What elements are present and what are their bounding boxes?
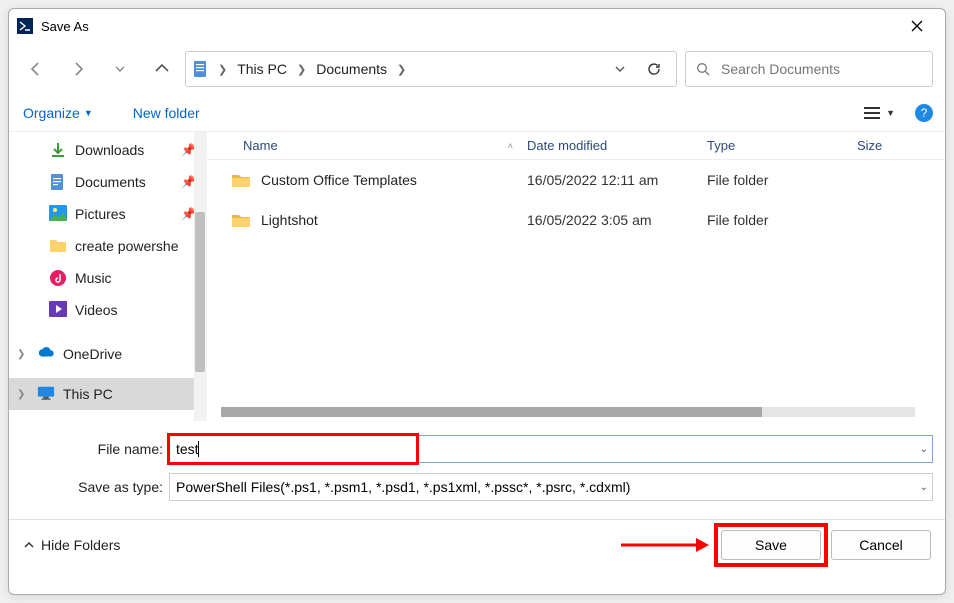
- chevron-down-icon[interactable]: ⌄: [920, 444, 928, 455]
- document-icon: [49, 173, 67, 191]
- help-button[interactable]: ?: [915, 104, 933, 122]
- column-headers: Name˄ Date modified Type Size: [207, 132, 945, 160]
- monitor-icon: [37, 385, 55, 403]
- body-area: Downloads 📌 Documents 📌 Pictures 📌 creat…: [9, 131, 945, 421]
- sidebar-item-videos[interactable]: Videos: [9, 294, 206, 326]
- organize-menu[interactable]: Organize▼: [21, 101, 95, 125]
- text-cursor: [198, 441, 199, 457]
- forward-button[interactable]: [69, 60, 87, 78]
- filename-label: File name:: [17, 441, 169, 457]
- document-icon: [192, 60, 210, 78]
- hide-folders-button[interactable]: Hide Folders: [23, 537, 120, 553]
- annotation-highlight: [167, 433, 419, 465]
- sidebar-item-label: Documents: [75, 174, 146, 190]
- table-row[interactable]: Custom Office Templates 16/05/2022 12:11…: [207, 160, 945, 200]
- sort-asc-icon: ˄: [508, 141, 513, 151]
- window-title: Save As: [41, 19, 897, 34]
- folder-icon: [49, 237, 67, 255]
- search-input[interactable]: [721, 61, 922, 77]
- up-button[interactable]: [153, 60, 171, 78]
- close-button[interactable]: [897, 9, 937, 43]
- music-icon: [49, 269, 67, 287]
- nav-arrows: [21, 60, 177, 78]
- nav-bar: ❯ This PC ❯ Documents ❯: [9, 43, 945, 95]
- sidebar-item-folder[interactable]: create powershe: [9, 230, 206, 262]
- save-as-dialog: Save As ❯ This PC ❯ Documents ❯: [8, 8, 946, 595]
- address-dropdown[interactable]: [606, 63, 634, 75]
- refresh-button[interactable]: [638, 61, 670, 77]
- filetype-select[interactable]: PowerShell Files(*.ps1, *.psm1, *.psd1, …: [169, 473, 933, 501]
- annotation-arrow: [621, 535, 711, 555]
- new-folder-button[interactable]: New folder: [131, 101, 202, 125]
- sidebar-item-label: Music: [75, 270, 112, 286]
- breadcrumb-documents[interactable]: Documents: [314, 57, 389, 81]
- footer: Hide Folders Save Cancel: [9, 519, 945, 569]
- sidebar-item-downloads[interactable]: Downloads 📌: [9, 134, 206, 166]
- toolbar: Organize▼ New folder ▼ ?: [9, 95, 945, 131]
- cancel-button[interactable]: Cancel: [831, 530, 931, 560]
- chevron-up-icon: [23, 539, 35, 551]
- sidebar-item-label: OneDrive: [63, 346, 122, 362]
- view-options[interactable]: ▼: [858, 102, 901, 124]
- sidebar-item-network[interactable]: ❯ Network: [9, 418, 206, 421]
- filename-input[interactable]: test ⌄: [169, 435, 933, 463]
- chevron-down-icon[interactable]: ⌄: [920, 482, 928, 493]
- chevron-right-icon[interactable]: ❯: [293, 63, 310, 76]
- cloud-icon: [37, 345, 55, 363]
- sidebar-item-label: Downloads: [75, 142, 144, 158]
- back-button[interactable]: [27, 60, 45, 78]
- search-box[interactable]: [685, 51, 933, 87]
- address-bar[interactable]: ❯ This PC ❯ Documents ❯: [185, 51, 677, 87]
- folder-icon: [231, 172, 251, 188]
- folder-icon: [231, 212, 251, 228]
- col-name[interactable]: Name˄: [207, 138, 527, 153]
- filetype-label: Save as type:: [17, 479, 169, 495]
- sidebar-scrollbar[interactable]: [194, 132, 206, 421]
- col-date[interactable]: Date modified: [527, 138, 707, 153]
- chevron-right-icon[interactable]: ❯: [393, 63, 410, 76]
- sidebar: Downloads 📌 Documents 📌 Pictures 📌 creat…: [9, 132, 207, 421]
- videos-icon: [49, 301, 67, 319]
- recent-dropdown[interactable]: [111, 60, 129, 78]
- sidebar-item-pictures[interactable]: Pictures 📌: [9, 198, 206, 230]
- col-type[interactable]: Type: [707, 138, 857, 153]
- form-area: File name: test ⌄ Save as type: PowerShe…: [9, 421, 945, 519]
- sidebar-item-label: create powershe: [75, 238, 179, 254]
- table-row[interactable]: Lightshot 16/05/2022 3:05 am File folder: [207, 200, 945, 240]
- horizontal-scrollbar[interactable]: [221, 407, 915, 417]
- pictures-icon: [49, 205, 67, 223]
- sidebar-item-music[interactable]: Music: [9, 262, 206, 294]
- chevron-right-icon[interactable]: ❯: [214, 63, 231, 76]
- sidebar-item-label: This PC: [63, 386, 113, 402]
- sidebar-item-documents[interactable]: Documents 📌: [9, 166, 206, 198]
- expand-icon[interactable]: ❯: [17, 349, 25, 360]
- powershell-icon: [17, 18, 33, 34]
- breadcrumb-thispc[interactable]: This PC: [235, 57, 289, 81]
- file-pane: Name˄ Date modified Type Size Custom Off…: [207, 132, 945, 421]
- sidebar-item-onedrive[interactable]: ❯ OneDrive: [9, 338, 206, 370]
- file-list: Custom Office Templates 16/05/2022 12:11…: [207, 160, 945, 240]
- save-button[interactable]: Save: [721, 530, 821, 560]
- download-icon: [49, 141, 67, 159]
- titlebar: Save As: [9, 9, 945, 43]
- search-icon: [696, 62, 711, 77]
- sidebar-item-label: Videos: [75, 302, 118, 318]
- sidebar-item-label: Pictures: [75, 206, 126, 222]
- expand-icon[interactable]: ❯: [17, 389, 25, 400]
- col-size[interactable]: Size: [857, 138, 945, 153]
- sidebar-item-thispc[interactable]: ❯ This PC: [9, 378, 206, 410]
